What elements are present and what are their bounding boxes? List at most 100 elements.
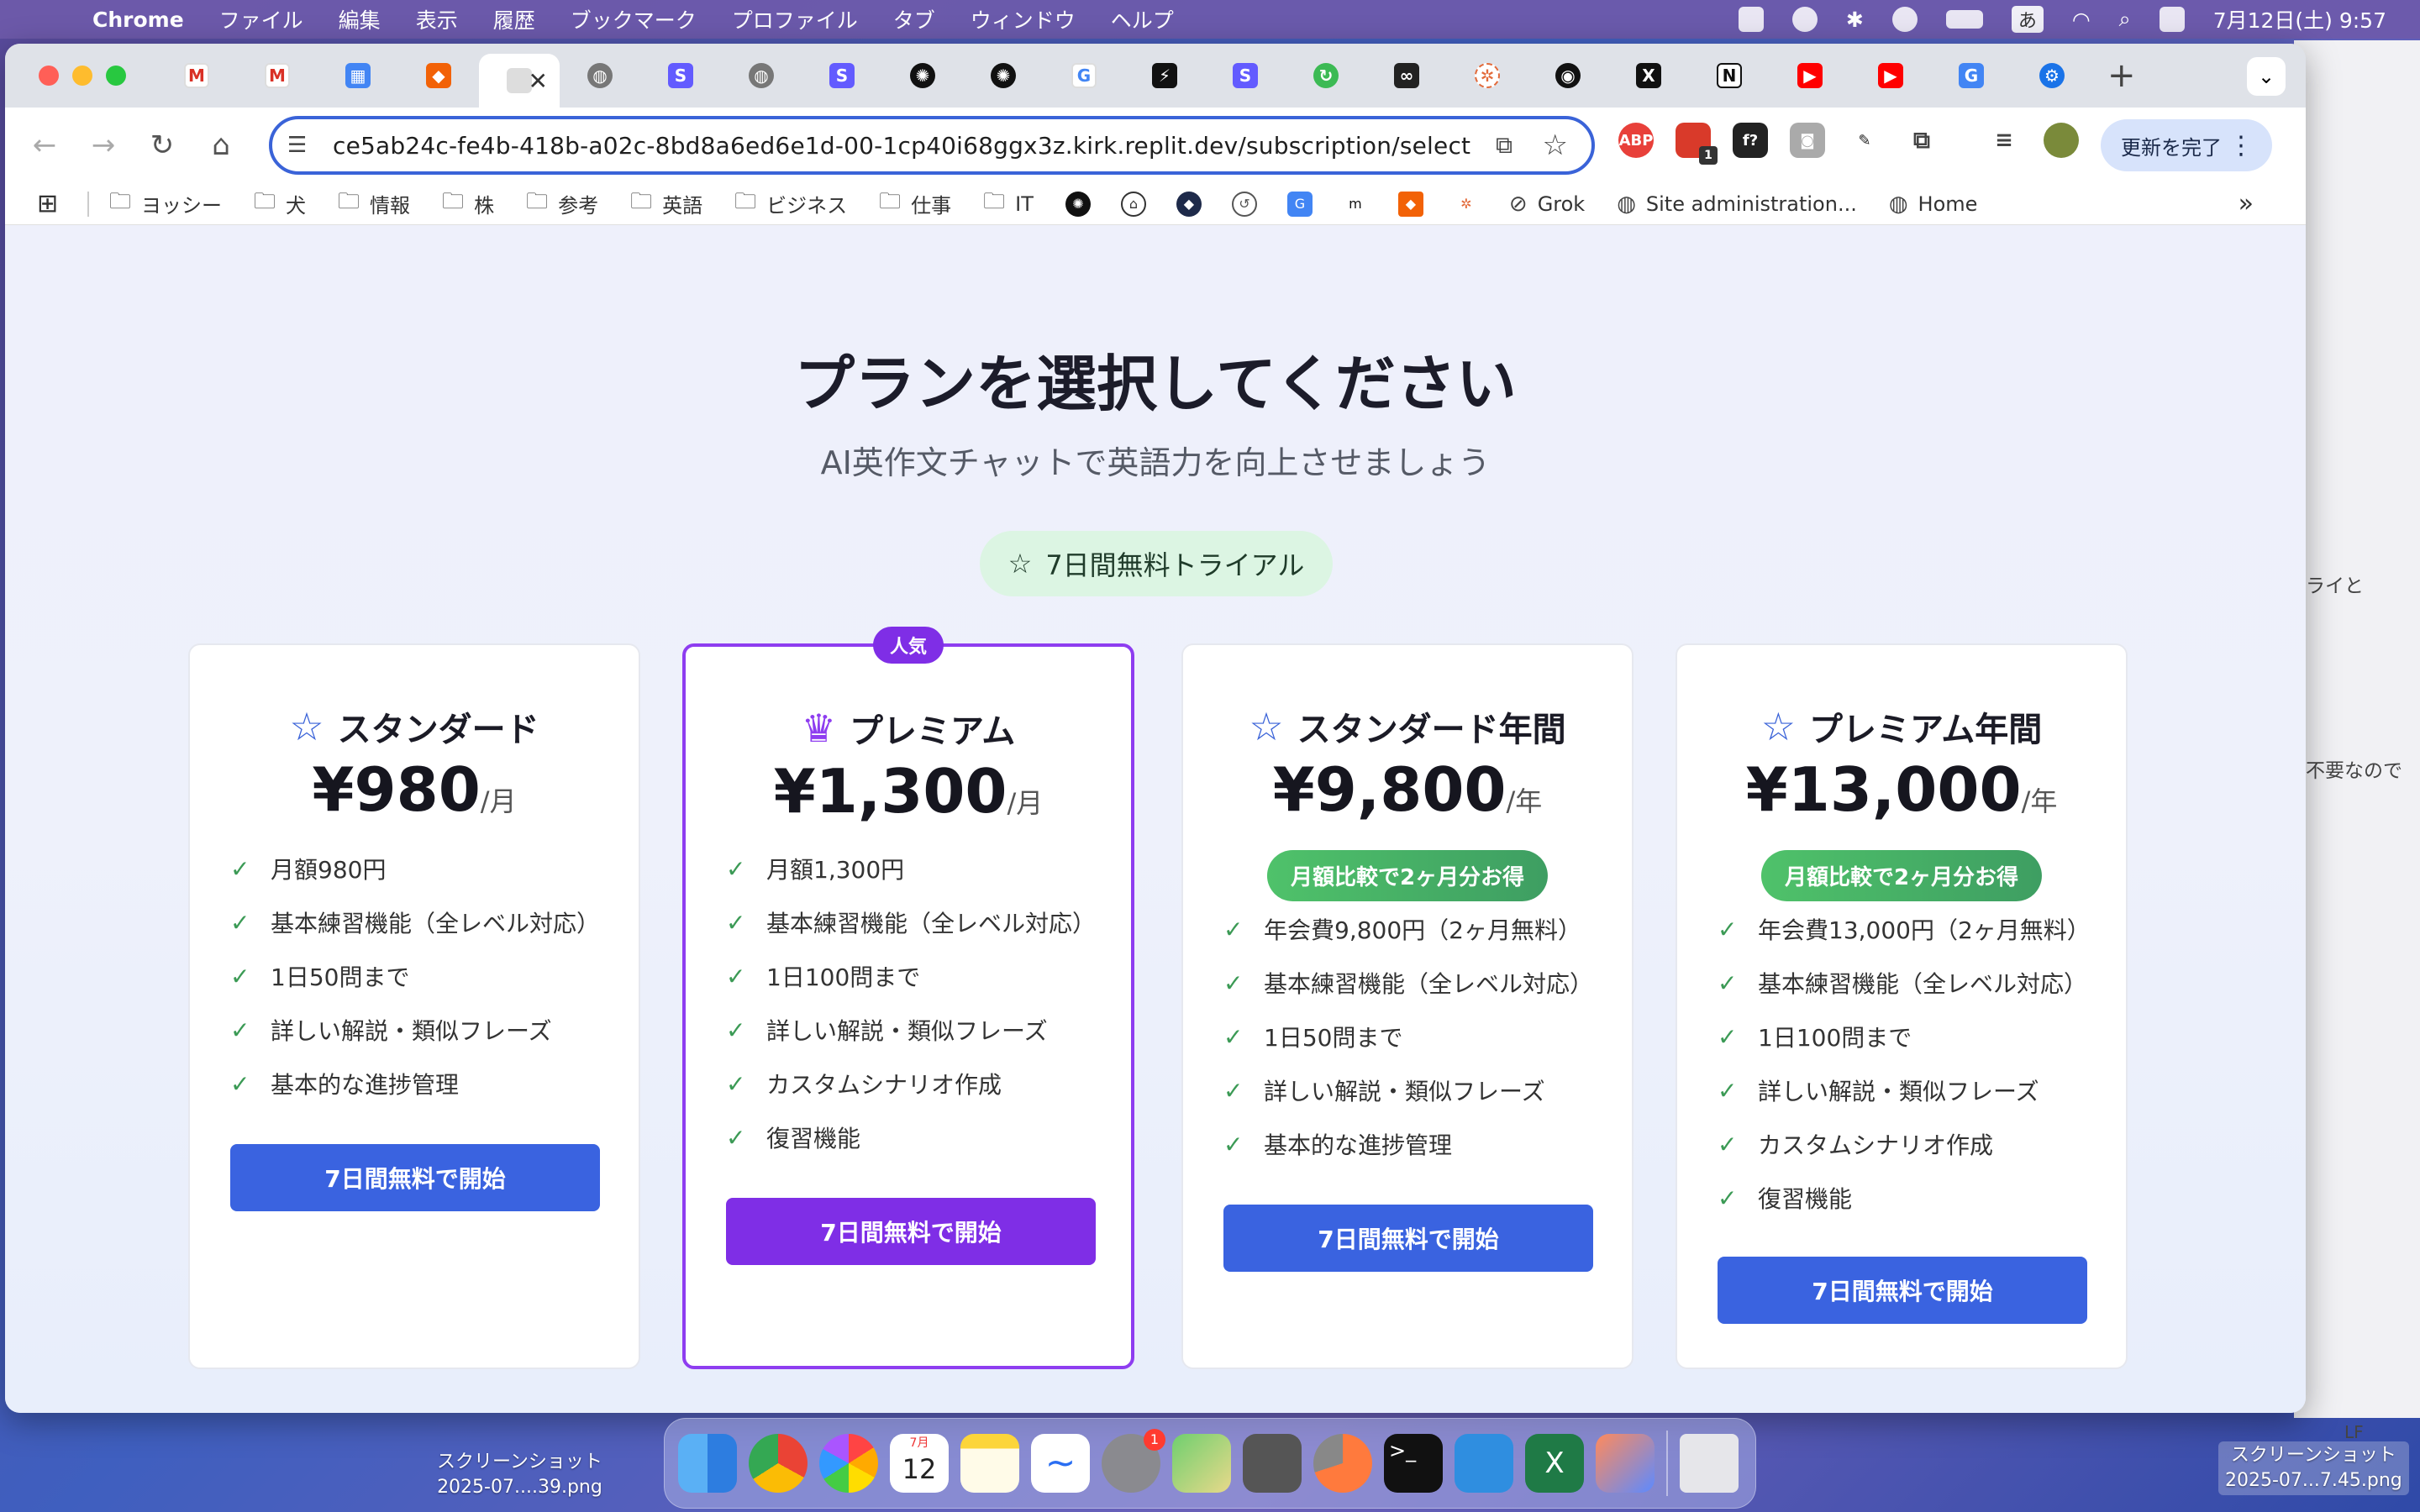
tab-chatgpt[interactable]: ✺	[882, 52, 963, 99]
photos-icon[interactable]	[819, 1434, 878, 1493]
menu-bookmarks[interactable]: ブックマーク	[571, 4, 697, 34]
menu-window[interactable]: ウィンドウ	[971, 4, 1076, 34]
translate-bookmark-icon[interactable]: G	[1286, 191, 1313, 217]
tab-search-chevron-icon[interactable]: ⌄	[2247, 57, 2286, 96]
medium-bookmark-icon[interactable]: m	[1342, 191, 1368, 217]
bookmark-folder[interactable]: 🗀 ヨッシー	[109, 186, 222, 223]
bookmark-folder[interactable]: 🗀 情報	[338, 186, 410, 223]
more-bookmarks-icon[interactable]: »	[2238, 189, 2254, 218]
tab-calendar[interactable]: ▦	[318, 52, 398, 99]
tab-chatgpt-2[interactable]: ✺	[963, 52, 1044, 99]
formula-extension-icon[interactable]: f?	[1733, 123, 1768, 158]
desktop-screenshot-file[interactable]: スクリーンショット 2025-07....39.png	[437, 1450, 602, 1500]
tab-gmail[interactable]: M	[156, 52, 237, 99]
puzzle-extensions-icon[interactable]: ⧉	[1904, 123, 1939, 158]
site-info-icon[interactable]: ☰	[287, 133, 321, 158]
tab-app-2[interactable]: ↻	[1286, 52, 1366, 99]
bookmark-folder[interactable]: 🗀 ビジネス	[734, 186, 847, 223]
finder-icon[interactable]	[678, 1434, 737, 1493]
bookmark-folder[interactable]: 🗀 英語	[630, 186, 702, 223]
menu-profiles[interactable]: プロファイル	[732, 4, 858, 34]
camera-icon[interactable]: ◙	[1790, 123, 1825, 158]
address-bar-url[interactable]: ce5ab24c-fe4b-418b-a02c-8bd8a6ed6e1d-00-…	[333, 132, 1470, 160]
home-bookmark-icon[interactable]: ⌂	[1120, 191, 1146, 217]
menu-edit[interactable]: 編集	[339, 4, 381, 34]
cube-bookmark-icon[interactable]: ◆	[1176, 191, 1202, 217]
chrome-icon[interactable]	[749, 1434, 808, 1493]
menu-tab[interactable]: タブ	[893, 4, 935, 34]
history-bookmark-icon[interactable]: ↺	[1231, 191, 1257, 217]
menu-help[interactable]: ヘルプ	[1111, 4, 1174, 34]
tab-web-2[interactable]: ◍	[721, 52, 802, 99]
input-method-icon[interactable]: あ	[2011, 6, 2044, 33]
menu-file[interactable]: ファイル	[219, 4, 303, 34]
excel-icon[interactable]: X	[1525, 1434, 1584, 1493]
menubar-clock[interactable]: 7月12日(土) 9:57	[2213, 4, 2386, 34]
bookmark-folder[interactable]: 🗀 仕事	[879, 186, 951, 223]
drive-icon[interactable]	[1738, 7, 1764, 32]
home-icon[interactable]: ⌂	[192, 129, 250, 162]
battery-icon[interactable]	[1945, 10, 1983, 29]
bookmark-folder[interactable]: 🗀 株	[442, 186, 494, 223]
bookmark-grok[interactable]: ⊘ Grok	[1509, 192, 1585, 217]
eyedropper-icon[interactable]: ✎	[1847, 123, 1882, 158]
tab-youtube[interactable]: ▶	[1770, 52, 1850, 99]
start-trial-button[interactable]: 7日間無料で開始	[1718, 1257, 2087, 1324]
spotlight-search-icon[interactable]: ⌕	[2119, 7, 2131, 32]
bookmark-folder[interactable]: 🗀 犬	[254, 186, 306, 223]
tab-stripe-2[interactable]: S	[802, 52, 882, 99]
reading-list-icon[interactable]: ≡	[1986, 123, 2022, 158]
translate-page-icon[interactable]: ⧉	[1496, 131, 1512, 160]
address-bar[interactable]: ☰ ce5ab24c-fe4b-418b-a02c-8bd8a6ed6e1d-0…	[269, 116, 1595, 175]
start-trial-button[interactable]: 7日間無料で開始	[726, 1198, 1096, 1265]
new-tab-icon[interactable]: +	[2107, 56, 2136, 95]
system-settings-icon[interactable]: 1	[1102, 1429, 1165, 1493]
tab-github[interactable]: ◉	[1528, 52, 1608, 99]
tab-current[interactable]: ✕	[479, 54, 560, 108]
vscode-icon[interactable]	[1455, 1434, 1513, 1493]
disk-utility-icon[interactable]	[1313, 1434, 1372, 1493]
tab-replit[interactable]: ◆	[398, 52, 479, 99]
tab-settings[interactable]: ⚙	[2012, 52, 2092, 99]
more-menu-icon[interactable]: ⋮	[2228, 131, 2254, 160]
play-icon[interactable]	[1791, 7, 1818, 32]
bookmark-home[interactable]: ◍ Home	[1889, 192, 1978, 217]
tab-app-4[interactable]: ✲	[1447, 52, 1528, 99]
tab-app-3[interactable]: ∞	[1366, 52, 1447, 99]
menu-view[interactable]: 表示	[416, 4, 458, 34]
tab-notion[interactable]: N	[1689, 52, 1770, 99]
minimize-window-button[interactable]	[72, 66, 92, 86]
tab-translate[interactable]: G	[1931, 52, 2012, 99]
tab-gmail-2[interactable]: M	[237, 52, 318, 99]
tab-youtube-2[interactable]: ▶	[1850, 52, 1931, 99]
control-center-icon[interactable]	[2159, 7, 2185, 32]
maps-icon[interactable]	[1172, 1434, 1231, 1493]
notes-icon[interactable]	[960, 1434, 1019, 1493]
bookmark-folder[interactable]: 🗀 IT	[983, 186, 1034, 223]
reload-icon[interactable]: ↻	[133, 129, 192, 162]
tab-google[interactable]: G	[1044, 52, 1124, 99]
bookmark-star-icon[interactable]: ☆	[1543, 129, 1568, 162]
back-arrow-icon[interactable]: ←	[15, 129, 74, 162]
wifi-icon[interactable]: ◠	[2072, 8, 2091, 32]
apps-grid-icon[interactable]: ⊞	[37, 189, 64, 218]
bookmark-folder[interactable]: 🗀 参考	[526, 186, 598, 223]
menu-history[interactable]: 履歴	[493, 4, 535, 34]
update-chrome-button[interactable]: 更新を完了 ⋮	[2101, 119, 2272, 171]
forward-arrow-icon[interactable]: →	[74, 129, 133, 162]
tab-web[interactable]: ◍	[560, 52, 640, 99]
trash-icon[interactable]	[1680, 1434, 1739, 1493]
close-window-button[interactable]	[39, 66, 59, 86]
start-trial-button[interactable]: 7日間無料で開始	[230, 1144, 600, 1211]
terminal-icon[interactable]: >_	[1384, 1434, 1443, 1493]
freeform-icon[interactable]: ~	[1031, 1434, 1090, 1493]
profile-avatar[interactable]	[2044, 123, 2079, 158]
desktop-screenshot-file[interactable]: スクリーンショット 2025-07...7.45.png	[2218, 1441, 2409, 1495]
claude-bookmark-icon[interactable]: ✲	[1453, 191, 1479, 217]
adblock-plus-icon[interactable]: ABP	[1618, 123, 1654, 158]
start-trial-button[interactable]: 7日間無料で開始	[1223, 1205, 1593, 1272]
menu-app-name[interactable]: Chrome	[92, 8, 184, 32]
tab-x[interactable]: X	[1608, 52, 1689, 99]
chatgpt-bookmark-icon[interactable]: ✺	[1065, 191, 1091, 217]
bookmark-site-admin[interactable]: ◍ Site administration...	[1617, 192, 1857, 217]
